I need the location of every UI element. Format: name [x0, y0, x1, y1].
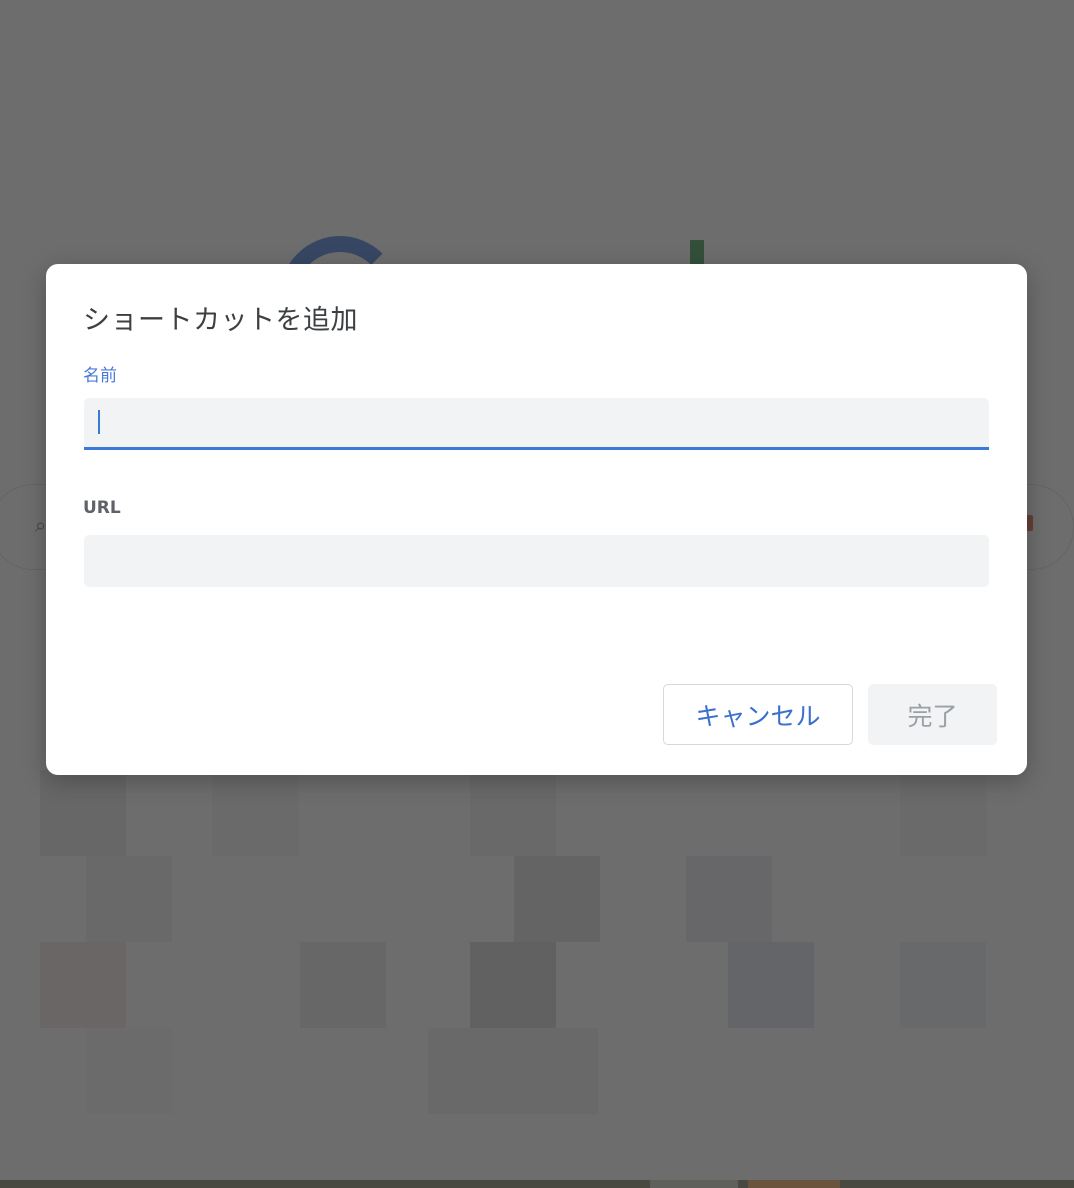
url-field-container[interactable]	[84, 535, 989, 587]
name-field-container[interactable]	[84, 398, 989, 450]
url-field-label: URL	[83, 498, 121, 518]
done-button[interactable]: 完了	[868, 684, 997, 745]
new-tab-page: ⌕ ショートカットを追加 名前 URL キャンセ	[0, 0, 1074, 1188]
name-input[interactable]	[84, 398, 989, 447]
text-cursor-icon	[98, 410, 100, 434]
add-shortcut-dialog: ショートカットを追加 名前 URL キャンセル 完了	[46, 264, 1027, 775]
cancel-button[interactable]: キャンセル	[663, 684, 853, 745]
dialog-title: ショートカットを追加	[83, 305, 358, 336]
url-input[interactable]	[84, 535, 989, 587]
name-field-label: 名前	[83, 366, 117, 386]
